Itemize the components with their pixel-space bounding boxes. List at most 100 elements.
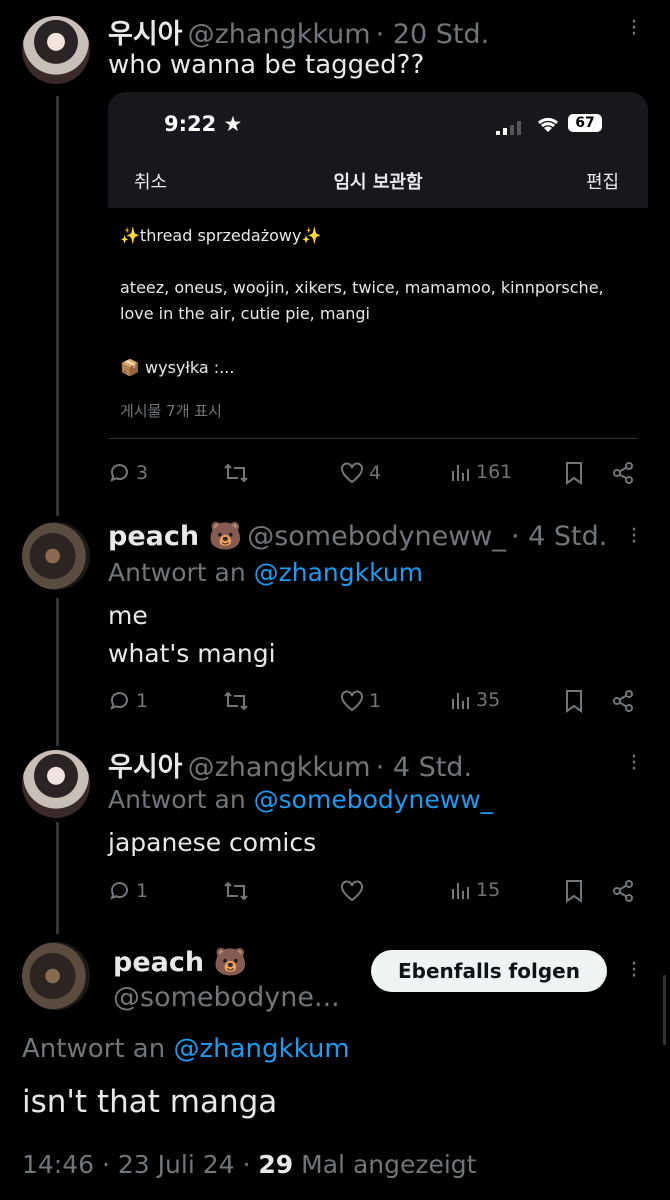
meta-separator: · [102,1150,110,1179]
meta-separator: · [242,1150,251,1179]
analytics-icon [452,465,469,481]
views-button[interactable]: 15 [450,879,500,901]
views-button[interactable]: 161 [450,461,512,483]
tweet-text: who wanna be tagged?? [108,50,425,80]
bookmark-icon [566,462,582,485]
heart-icon [341,690,363,712]
signal-icon [496,120,522,139]
reply-count: 1 [136,880,149,902]
retweet-icon [224,463,248,483]
heart-icon [341,880,363,902]
share-button[interactable] [611,461,635,485]
display-name[interactable]: peach 🐻 [113,946,247,978]
draft-line: love in the air, cutie pie, mangi [120,304,370,323]
like-button[interactable]: 4 [339,461,381,485]
bookmark-button[interactable] [563,461,585,485]
reply-count: 1 [136,690,149,712]
tweet-header: 우시아 @zhangkkum · 4 Std. [108,745,472,784]
timestamp[interactable]: · 4 Std. [511,521,607,552]
retweet-button[interactable] [222,879,250,903]
reply-icon [110,882,128,900]
avatar[interactable] [22,16,90,84]
timestamp[interactable]: · 4 Std. [376,752,472,783]
post-date[interactable]: 23 Juli 24 [118,1150,235,1179]
reply-prefix: Antwort an [108,785,246,814]
post-time[interactable]: 14:46 [22,1150,94,1179]
reply-count: 3 [136,462,149,484]
share-icon [613,462,633,484]
reply-icon [110,692,128,710]
more-options-icon[interactable]: · · · [628,12,640,46]
view-count: 161 [476,461,513,483]
share-icon [613,880,633,902]
analytics-icon [452,693,469,709]
like-button[interactable]: 1 [339,689,381,713]
view-count[interactable]: 29 [258,1150,293,1179]
draft-line: ✨thread sprzedażowy✨ [120,226,322,245]
reply-prefix: Antwort an [108,558,246,587]
status-time: 9:22 [164,112,217,136]
reply-button[interactable]: 1 [108,689,148,713]
thread-line [56,822,59,934]
view-count: 35 [476,689,501,711]
package-icon: 📦 [120,358,140,377]
share-icon [613,690,633,712]
thread-line [56,96,59,516]
like-button[interactable] [339,879,369,903]
views-button[interactable]: 35 [450,689,500,711]
heart-icon [341,462,363,484]
reply-button[interactable]: 1 [108,879,148,903]
bookmark-button[interactable] [563,689,585,713]
reply-mention-link[interactable]: @zhangkkum [254,558,423,587]
tweet-text: me what's mangi [108,601,276,668]
retweet-button[interactable] [222,689,250,713]
display-name[interactable]: peach 🐻 [108,521,242,552]
reply-context: Antwort an @zhangkkum [22,1034,350,1064]
user-handle[interactable]: @somebodyneww_ [247,521,506,552]
battery-icon: 67 [568,114,602,132]
tweet-text: japanese comics [108,828,317,857]
user-handle[interactable]: @zhangkkum [188,752,371,783]
tweet-text: isn't that manga [22,1084,278,1120]
divider [108,438,638,439]
reply-prefix: Antwort an [22,1034,166,1064]
nav-title: 임시 보관함 [333,172,423,193]
user-handle[interactable]: @somebodyne... [113,982,340,1013]
avatar[interactable] [22,522,90,590]
reply-context: Antwort an @zhangkkum [108,558,423,587]
tweet-header: peach 🐻 @somebodyneww_ · 4 Std. [108,520,607,552]
view-count: 15 [476,879,501,901]
more-options-icon[interactable]: · · · [628,747,640,781]
nav-edit: 편집 [586,172,620,193]
share-button[interactable] [611,879,635,903]
avatar[interactable] [22,750,90,818]
retweet-icon [224,881,248,901]
more-options-icon[interactable]: · · · [628,954,640,988]
follow-back-button[interactable]: Ebenfalls folgen [371,950,607,992]
star-icon: ★ [223,112,243,136]
views-label: Mal angezeigt [301,1150,477,1179]
thread-line [56,598,59,746]
avatar[interactable] [22,942,90,1010]
more-options-icon[interactable]: · · · [628,520,640,554]
draft-footer: 게시물 7개 표시 [120,402,222,420]
wifi-icon [536,114,560,138]
tweet-meta: 14:46 · 23 Juli 24 · 29 Mal angezeigt [22,1150,476,1179]
draft-line: ateez, oneus, woojin, xikers, twice, mam… [120,278,604,297]
retweet-icon [224,691,248,711]
battery-level: 67 [575,115,595,131]
reply-mention-link[interactable]: @somebodyneww_ [254,785,494,814]
share-button[interactable] [611,689,635,713]
analytics-icon [452,883,469,899]
display-name[interactable]: 우시아 [108,752,183,783]
bookmark-button[interactable] [563,879,585,903]
scrollbar[interactable] [663,975,666,1045]
status-time-row: 9:22 ★ [164,112,242,136]
reply-mention-link[interactable]: @zhangkkum [173,1034,349,1064]
retweet-button[interactable] [222,461,250,485]
reply-button[interactable]: 3 [108,461,148,485]
draft-line: wysyłka :... [145,358,235,377]
reply-icon [110,464,128,482]
embedded-image[interactable]: 9:22 ★ 67 취소 임시 보관함 편집 ✨thread sprzedażo… [108,92,648,440]
reply-context: Antwort an @somebodyneww_ [108,785,493,814]
